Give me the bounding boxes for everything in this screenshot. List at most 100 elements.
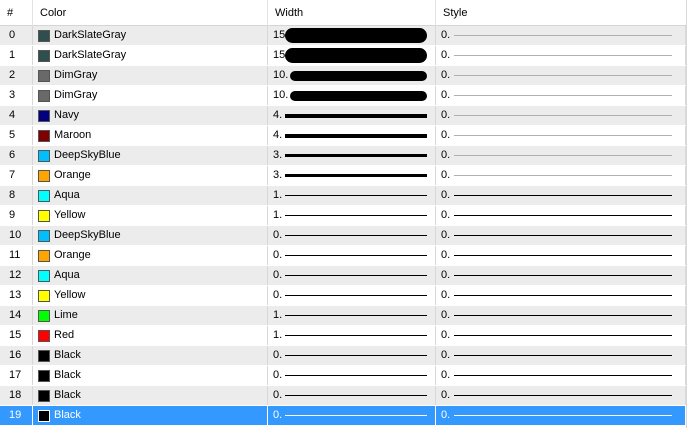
- column-header-width[interactable]: Width: [268, 0, 436, 26]
- color-cell[interactable]: Black: [33, 406, 268, 425]
- width-cell[interactable]: 1.: [268, 326, 436, 345]
- color-cell[interactable]: Navy: [33, 106, 268, 125]
- width-cell[interactable]: 0.: [268, 366, 436, 385]
- table-row[interactable]: 17 Black 0. 0.: [0, 366, 686, 386]
- table-row[interactable]: 13 Yellow 0. 0.: [0, 286, 686, 306]
- column-header-color[interactable]: Color: [33, 0, 268, 26]
- color-cell[interactable]: Red: [33, 326, 268, 345]
- style-preview-line: [454, 195, 673, 196]
- table-row[interactable]: 5 Maroon 4. 0.: [0, 126, 686, 146]
- color-cell[interactable]: Yellow: [33, 206, 268, 225]
- table-row[interactable]: 10 DeepSkyBlue 0. 0.: [0, 226, 686, 246]
- color-cell[interactable]: DeepSkyBlue: [33, 226, 268, 245]
- table-row[interactable]: 18 Black 0. 0.: [0, 386, 686, 406]
- width-value: 3.: [273, 149, 283, 161]
- style-cell[interactable]: 0.: [436, 266, 686, 285]
- line-style-grid[interactable]: # Color Width Style 0 DarkSlateGray 15 0. 1 D…: [0, 0, 687, 428]
- width-cell[interactable]: 0.: [268, 226, 436, 245]
- style-cell[interactable]: 0.: [436, 126, 686, 145]
- table-row[interactable]: 11 Orange 0. 0.: [0, 246, 686, 266]
- color-cell[interactable]: Maroon: [33, 126, 268, 145]
- style-cell[interactable]: 0.: [436, 86, 686, 105]
- row-index: 0: [0, 26, 33, 45]
- color-cell[interactable]: DeepSkyBlue: [33, 146, 268, 165]
- color-cell[interactable]: DimGray: [33, 66, 268, 85]
- table-row[interactable]: 3 DimGray 10. 0.: [0, 86, 686, 106]
- style-cell[interactable]: 0.: [436, 46, 686, 65]
- width-cell[interactable]: 3.: [268, 166, 436, 185]
- width-cell[interactable]: 1.: [268, 206, 436, 225]
- color-cell[interactable]: Black: [33, 346, 268, 365]
- width-preview-line: [285, 174, 427, 177]
- table-row[interactable]: 6 DeepSkyBlue 3. 0.: [0, 146, 686, 166]
- color-cell[interactable]: Black: [33, 386, 268, 405]
- color-swatch: [38, 49, 50, 62]
- column-header-index[interactable]: #: [0, 0, 33, 26]
- color-cell[interactable]: Yellow: [33, 286, 268, 305]
- width-cell[interactable]: 4.: [268, 126, 436, 145]
- style-cell[interactable]: 0.: [436, 246, 686, 265]
- style-preview-line: [454, 235, 673, 236]
- width-cell[interactable]: 0.: [268, 346, 436, 365]
- table-row[interactable]: 14 Lime 1. 0.: [0, 306, 686, 326]
- style-cell[interactable]: 0.: [436, 26, 686, 45]
- style-cell[interactable]: 0.: [436, 386, 686, 405]
- style-cell[interactable]: 0.: [436, 346, 686, 365]
- style-cell[interactable]: 0.: [436, 66, 686, 85]
- row-index: 16: [0, 346, 33, 365]
- table-row[interactable]: 1 DarkSlateGray 15 0.: [0, 46, 686, 66]
- table-row[interactable]: 15 Red 1. 0.: [0, 326, 686, 346]
- color-cell[interactable]: Black: [33, 366, 268, 385]
- style-cell[interactable]: 0.: [436, 106, 686, 125]
- width-cell[interactable]: 0.: [268, 246, 436, 265]
- style-cell[interactable]: 0.: [436, 406, 686, 425]
- table-row[interactable]: 8 Aqua 1. 0.: [0, 186, 686, 206]
- width-cell[interactable]: 1.: [268, 306, 436, 325]
- style-cell[interactable]: 0.: [436, 226, 686, 245]
- row-index: 3: [0, 86, 33, 105]
- width-cell[interactable]: 0.: [268, 386, 436, 405]
- color-cell[interactable]: Lime: [33, 306, 268, 325]
- style-cell[interactable]: 0.: [436, 286, 686, 305]
- color-name: Black: [54, 369, 81, 381]
- table-row[interactable]: 2 DimGray 10. 0.: [0, 66, 686, 86]
- table-row[interactable]: 12 Aqua 0. 0.: [0, 266, 686, 286]
- color-cell[interactable]: Orange: [33, 246, 268, 265]
- width-cell[interactable]: 15: [268, 26, 436, 45]
- table-row[interactable]: 0 DarkSlateGray 15 0.: [0, 26, 686, 46]
- style-cell[interactable]: 0.: [436, 326, 686, 345]
- width-cell[interactable]: 4.: [268, 106, 436, 125]
- table-row[interactable]: 7 Orange 3. 0.: [0, 166, 686, 186]
- style-cell[interactable]: 0.: [436, 146, 686, 165]
- color-swatch: [38, 369, 50, 382]
- color-swatch: [38, 329, 50, 342]
- style-cell[interactable]: 0.: [436, 206, 686, 225]
- width-cell[interactable]: 10.: [268, 86, 436, 105]
- width-cell[interactable]: 15: [268, 46, 436, 65]
- width-cell[interactable]: 3.: [268, 146, 436, 165]
- width-cell[interactable]: 10.: [268, 66, 436, 85]
- color-cell[interactable]: Aqua: [33, 186, 268, 205]
- style-cell[interactable]: 0.: [436, 366, 686, 385]
- row-index: 7: [0, 166, 33, 185]
- color-cell[interactable]: DarkSlateGray: [33, 46, 268, 65]
- color-cell[interactable]: DimGray: [33, 86, 268, 105]
- column-header-style[interactable]: Style: [436, 0, 686, 26]
- color-name: DarkSlateGray: [54, 29, 127, 41]
- color-cell[interactable]: Orange: [33, 166, 268, 185]
- style-value: 0.: [441, 349, 451, 361]
- style-preview-line: [454, 275, 673, 276]
- color-cell[interactable]: DarkSlateGray: [33, 26, 268, 45]
- width-cell[interactable]: 0.: [268, 286, 436, 305]
- table-row[interactable]: 16 Black 0. 0.: [0, 346, 686, 366]
- style-cell[interactable]: 0.: [436, 166, 686, 185]
- table-row[interactable]: 19 Black 0. 0.: [0, 406, 686, 426]
- width-cell[interactable]: 0.: [268, 406, 436, 425]
- style-cell[interactable]: 0.: [436, 306, 686, 325]
- table-row[interactable]: 9 Yellow 1. 0.: [0, 206, 686, 226]
- table-row[interactable]: 4 Navy 4. 0.: [0, 106, 686, 126]
- color-cell[interactable]: Aqua: [33, 266, 268, 285]
- style-cell[interactable]: 0.: [436, 186, 686, 205]
- width-cell[interactable]: 0.: [268, 266, 436, 285]
- width-cell[interactable]: 1.: [268, 186, 436, 205]
